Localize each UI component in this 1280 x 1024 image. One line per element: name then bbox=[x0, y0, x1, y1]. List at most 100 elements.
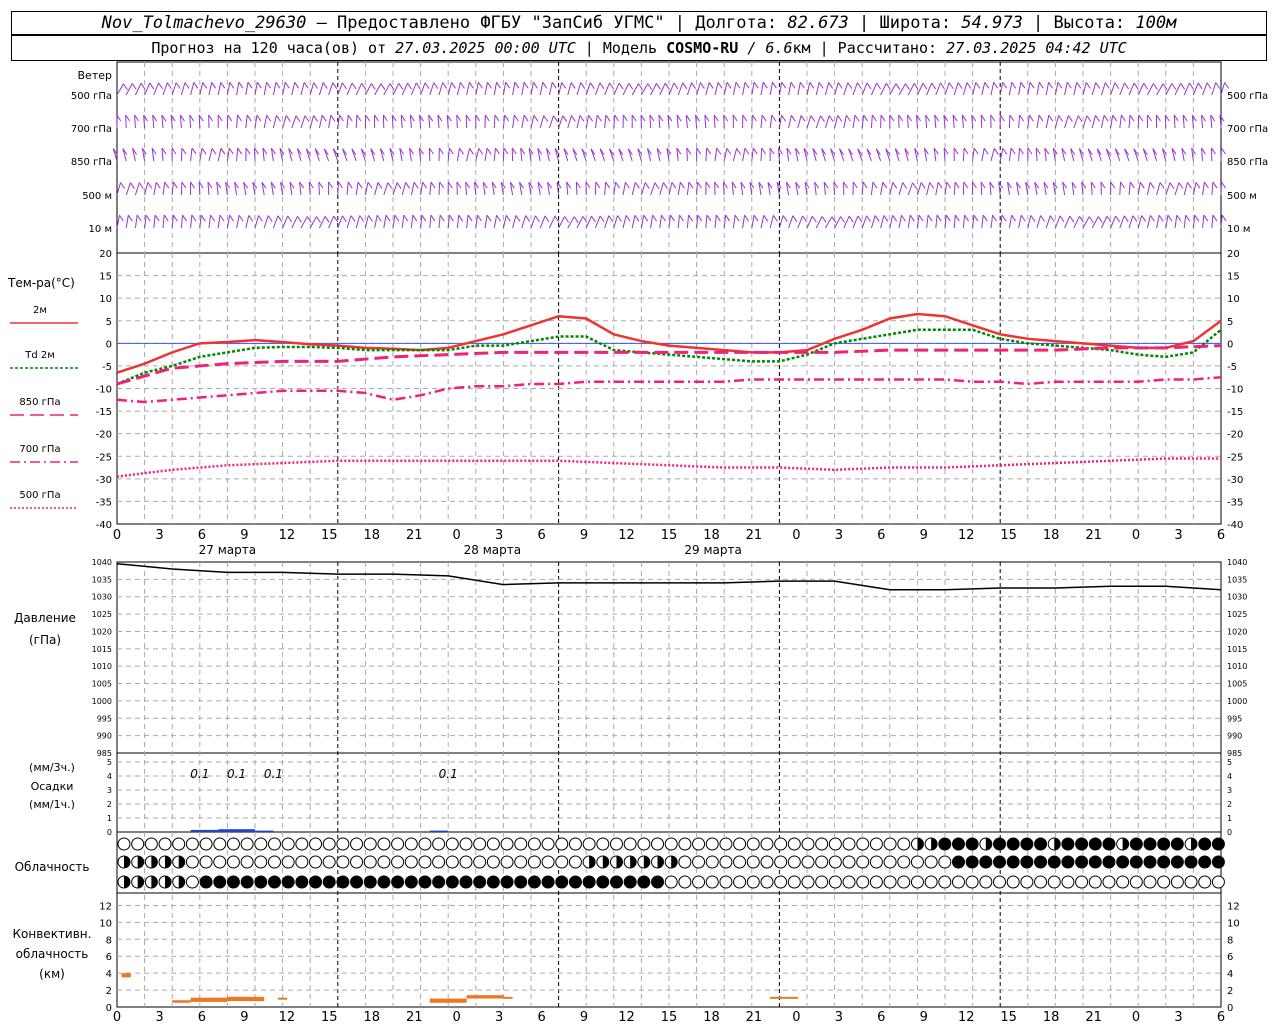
x-tick-label-bottom: 15 bbox=[661, 1010, 678, 1024]
wind-barb-flag bbox=[202, 82, 208, 89]
cloud-cover-symbol bbox=[336, 855, 350, 869]
wind-barb bbox=[686, 182, 690, 196]
wind-barb-flag bbox=[149, 82, 155, 90]
wind-barb-flag bbox=[1204, 181, 1209, 189]
wind-barb bbox=[1035, 147, 1038, 162]
wind-barb bbox=[926, 182, 931, 196]
wind-barb-flag bbox=[1010, 147, 1016, 155]
wind-barb-flag bbox=[451, 82, 456, 89]
wind-barb-flag bbox=[313, 82, 319, 89]
wind-barb bbox=[705, 82, 710, 96]
cloud-cover-symbol bbox=[719, 855, 733, 869]
cloud-cover-symbol bbox=[144, 837, 158, 851]
wind-barb bbox=[245, 82, 249, 96]
convective-bar bbox=[121, 973, 131, 978]
cloud-cover-half bbox=[643, 856, 650, 868]
wind-barb bbox=[253, 147, 256, 162]
cloud-cover-symbol bbox=[199, 837, 213, 851]
x-tick-label-bottom: 15 bbox=[1000, 1010, 1017, 1024]
wind-barb-flag bbox=[385, 214, 391, 222]
wind-barb bbox=[1110, 82, 1116, 96]
x-tick-label-bottom: 0 bbox=[792, 1010, 800, 1024]
wind-barb-flag bbox=[837, 115, 843, 122]
cloud-cover-symbol bbox=[692, 875, 706, 889]
wind-barb bbox=[116, 83, 124, 96]
wind-barb-flag bbox=[439, 214, 445, 222]
wind-barb bbox=[539, 215, 546, 229]
wind-barb bbox=[640, 182, 646, 196]
wind-barb bbox=[456, 82, 461, 96]
wind-barb bbox=[567, 115, 572, 129]
cloud-cover-symbol bbox=[733, 837, 747, 851]
wind-barb-flag bbox=[219, 214, 225, 222]
cloud-cover-symbol bbox=[1170, 837, 1184, 851]
wind-barb bbox=[1137, 83, 1145, 96]
wind-barb bbox=[824, 216, 833, 229]
wind-barb-flag bbox=[570, 82, 576, 89]
wind-barb-flag bbox=[458, 214, 464, 222]
wind-barb-flag bbox=[953, 147, 959, 155]
wind-barb-flag bbox=[840, 216, 846, 223]
cloud-cover-symbol bbox=[226, 837, 240, 851]
wind-barb-flag bbox=[403, 214, 409, 222]
wind-barb-flag bbox=[542, 81, 548, 89]
wind-barb bbox=[713, 114, 716, 129]
wind-barb-flag bbox=[622, 114, 628, 122]
x-tick-label: 3 bbox=[155, 528, 163, 543]
wind-barb-flag bbox=[892, 182, 898, 189]
cloud-cover-symbol bbox=[322, 855, 336, 869]
x-tick-label-bottom: 18 bbox=[1043, 1010, 1060, 1024]
cloud-cover-half bbox=[985, 838, 992, 850]
cloud-cover-symbol bbox=[1034, 855, 1048, 869]
wind-barb bbox=[962, 215, 966, 229]
wind-barb bbox=[1018, 215, 1022, 229]
temperature-legend-label: 850 гПа bbox=[19, 397, 60, 408]
temperature-tick-label-right: 5 bbox=[1227, 317, 1233, 328]
cloud-cover-symbol bbox=[1047, 875, 1061, 889]
wind-barb-flag bbox=[821, 216, 827, 223]
wind-barb-flag bbox=[1147, 114, 1152, 122]
wind-barb bbox=[355, 83, 363, 96]
wind-barb-flag bbox=[957, 82, 963, 89]
wind-barb-flag bbox=[1197, 82, 1203, 90]
x-tick-label: 18 bbox=[703, 528, 720, 543]
cloud-cover-symbol bbox=[295, 855, 309, 869]
wind-barb bbox=[650, 182, 656, 196]
wind-barb bbox=[438, 215, 441, 229]
wind-barb-flag bbox=[818, 82, 824, 89]
wind-barb-flag bbox=[543, 115, 549, 122]
wind-barb-flag bbox=[599, 215, 605, 223]
pressure-title: Давление bbox=[14, 611, 76, 625]
wind-barb-flag bbox=[495, 147, 500, 155]
wind-barb bbox=[631, 215, 636, 229]
cloud-cover-symbol bbox=[678, 837, 692, 851]
wind-barb-flag bbox=[1203, 214, 1209, 222]
wind-barb-flag bbox=[421, 214, 427, 222]
cloud-cover-symbol bbox=[746, 837, 760, 851]
wind-barb-flag bbox=[679, 181, 685, 189]
cloud-cover-symbol bbox=[1006, 875, 1020, 889]
wind-level-label-right: 10 м bbox=[1227, 224, 1250, 235]
wind-barb-flag bbox=[430, 181, 436, 189]
wind-barb bbox=[834, 82, 839, 96]
cloud-cover-symbol bbox=[295, 837, 309, 851]
wind-barb bbox=[466, 82, 470, 96]
wind-barb-flag bbox=[871, 114, 877, 122]
wind-barb-flag bbox=[448, 147, 454, 155]
wind-barb-flag bbox=[190, 181, 195, 189]
wind-barb bbox=[112, 148, 118, 162]
wind-barb bbox=[824, 115, 830, 129]
temperature-tick-label-right: 20 bbox=[1227, 249, 1240, 260]
cloud-cover-half bbox=[165, 856, 172, 868]
wind-barb bbox=[894, 148, 900, 162]
cloud-cover-symbol bbox=[1088, 837, 1102, 851]
wind-barb-flag bbox=[357, 181, 363, 189]
wind-barb-flag bbox=[753, 81, 759, 89]
wind-barb-flag bbox=[1206, 82, 1212, 90]
cloud-cover-symbol bbox=[527, 855, 541, 869]
wind-barb-flag bbox=[912, 182, 917, 190]
wind-barb-flag bbox=[872, 181, 878, 189]
wind-barb bbox=[1164, 114, 1167, 129]
cloud-cover-symbol bbox=[842, 837, 856, 851]
wind-barb bbox=[594, 82, 601, 96]
